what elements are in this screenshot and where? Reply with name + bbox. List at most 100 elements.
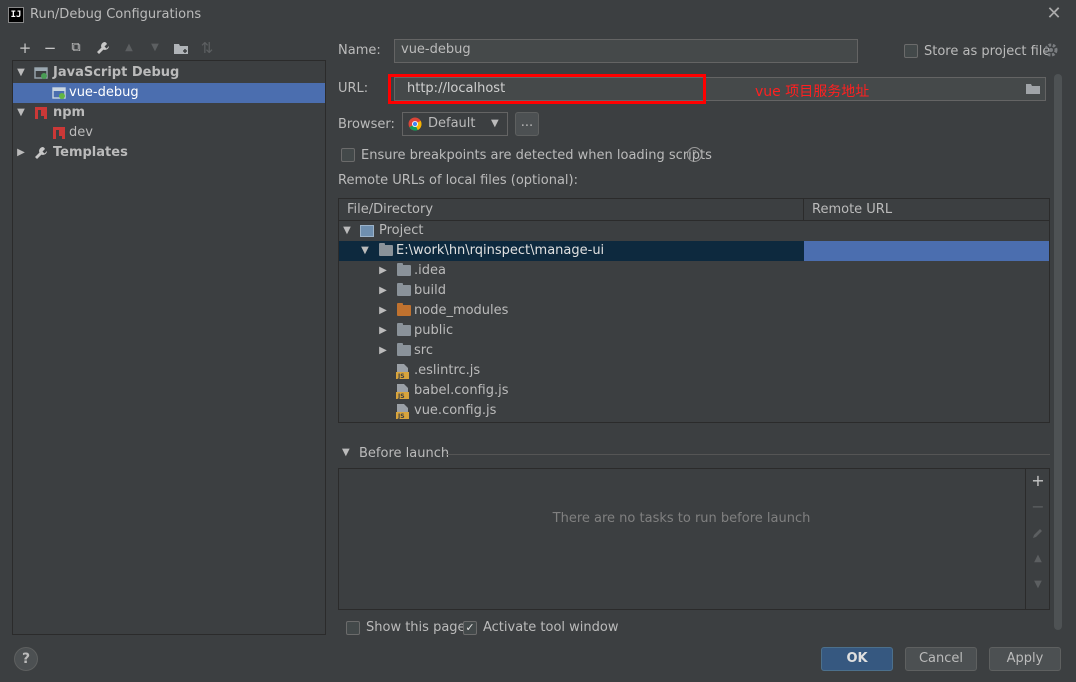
- activate-tool-window-label[interactable]: Activate tool window: [483, 620, 618, 635]
- row-label: babel.config.js: [414, 383, 509, 398]
- javascript-debug-icon: [52, 87, 66, 99]
- row-label: public: [414, 323, 454, 338]
- ensure-breakpoints-label[interactable]: Ensure breakpoints are detected when loa…: [361, 148, 712, 163]
- gear-icon[interactable]: [1043, 42, 1059, 58]
- vertical-scrollbar[interactable]: [1054, 74, 1062, 630]
- collapse-arrow-icon[interactable]: ▼: [342, 447, 350, 458]
- add-task-button[interactable]: +: [1028, 471, 1048, 491]
- tree-item-dev[interactable]: dev: [13, 123, 325, 143]
- tree-item-templates[interactable]: ▶ Templates: [13, 143, 325, 163]
- row-label: Project: [379, 223, 424, 238]
- row-label: node_modules: [414, 303, 509, 318]
- wrench-icon: [35, 147, 47, 159]
- npm-icon: [53, 127, 65, 139]
- tree-item-javascript-debug[interactable]: ▼ JavaScript Debug: [13, 63, 325, 83]
- url-label: URL:: [338, 81, 369, 96]
- collapsed-arrow-icon[interactable]: ▶: [378, 321, 388, 341]
- table-row[interactable]: ▶ .idea: [339, 261, 1049, 281]
- folder-icon: [397, 323, 411, 336]
- column-header-remote-url[interactable]: Remote URL: [804, 199, 1049, 221]
- table-row[interactable]: ▶ src: [339, 341, 1049, 361]
- intellij-app-icon: IJ: [8, 7, 24, 23]
- collapsed-arrow-icon[interactable]: ▶: [378, 261, 388, 281]
- table-row[interactable]: ▶ public: [339, 321, 1049, 341]
- table-row[interactable]: JS vue.config.js: [339, 401, 1049, 421]
- show-this-page-label[interactable]: Show this page: [366, 620, 466, 635]
- help-button[interactable]: ?: [14, 647, 38, 671]
- move-task-down-button[interactable]: ▼: [1028, 575, 1048, 595]
- excluded-folder-icon: [397, 303, 411, 316]
- tree-item-vue-debug[interactable]: vue-debug: [13, 83, 325, 103]
- collapsed-arrow-icon[interactable]: ▶: [378, 341, 388, 361]
- activate-tool-window-checkbox[interactable]: ✓: [463, 621, 477, 635]
- folder-add-icon: [173, 44, 188, 54]
- help-circle-icon[interactable]: ?: [687, 147, 702, 162]
- before-launch-panel: There are no tasks to run before launch: [338, 468, 1050, 610]
- edit-defaults-button[interactable]: [93, 38, 113, 58]
- move-down-button[interactable]: ▼: [145, 38, 165, 58]
- npm-icon: [35, 107, 47, 119]
- folder-icon: [397, 343, 411, 356]
- copy-configuration-button[interactable]: ⧉: [66, 38, 86, 58]
- browser-label: Browser:: [338, 117, 395, 132]
- expanded-arrow-icon[interactable]: ▼: [342, 221, 352, 241]
- name-label: Name:: [338, 43, 381, 58]
- remote-url-cell[interactable]: [804, 241, 1049, 261]
- svg-text:JS: JS: [397, 373, 405, 379]
- apply-button[interactable]: Apply: [989, 647, 1061, 671]
- table-row[interactable]: ▶ node_modules: [339, 301, 1049, 321]
- ok-button[interactable]: OK: [821, 647, 893, 671]
- js-file-icon: JS: [396, 364, 409, 379]
- expanded-arrow-icon[interactable]: ▼: [16, 63, 26, 83]
- expanded-arrow-icon[interactable]: ▼: [16, 103, 26, 123]
- tree-item-label: vue-debug: [69, 85, 139, 100]
- sort-button[interactable]: ⇅: [197, 38, 217, 58]
- section-divider: [446, 454, 1050, 455]
- collapsed-arrow-icon[interactable]: ▶: [378, 281, 388, 301]
- new-folder-button[interactable]: [171, 38, 191, 58]
- add-configuration-button[interactable]: +: [15, 38, 35, 58]
- browser-more-button[interactable]: ...: [515, 112, 539, 136]
- expanded-arrow-icon[interactable]: ▼: [360, 241, 370, 261]
- url-highlight-annotation: [388, 74, 706, 104]
- svg-text:JS: JS: [397, 413, 405, 419]
- pencil-icon: [1033, 529, 1042, 538]
- table-row[interactable]: ▼ E:\work\hn\rqinspect\manage-ui: [339, 241, 1049, 261]
- window-title: Run/Debug Configurations: [30, 7, 202, 22]
- tree-item-label: JavaScript Debug: [53, 65, 180, 80]
- remote-urls-table: File/Directory Remote URL ▼ Project ▼ E:…: [338, 198, 1050, 423]
- chrome-icon: [408, 117, 422, 131]
- move-task-up-button[interactable]: ▲: [1028, 549, 1048, 569]
- close-icon[interactable]: ✕: [1044, 4, 1064, 24]
- tree-item-npm[interactable]: ▼ npm: [13, 103, 325, 123]
- collapsed-arrow-icon[interactable]: ▶: [378, 301, 388, 321]
- show-this-page-checkbox[interactable]: [346, 621, 360, 635]
- store-as-project-file-checkbox[interactable]: [904, 44, 918, 58]
- table-row[interactable]: JS babel.config.js: [339, 381, 1049, 401]
- table-row[interactable]: ▼ Project: [339, 221, 1049, 241]
- folder-open-icon[interactable]: [1026, 83, 1041, 95]
- remove-configuration-button[interactable]: −: [40, 38, 60, 58]
- edit-task-button[interactable]: [1028, 523, 1048, 543]
- name-input[interactable]: vue-debug: [394, 39, 858, 63]
- column-header-file-directory[interactable]: File/Directory: [339, 199, 804, 221]
- url-annotation-text: vue 项目服务地址: [755, 84, 870, 100]
- browser-selected-value: Default: [428, 116, 476, 131]
- wrench-icon: [97, 42, 109, 54]
- row-label: vue.config.js: [414, 403, 497, 418]
- browser-select[interactable]: Default ▼: [402, 112, 508, 136]
- cancel-button[interactable]: Cancel: [905, 647, 977, 671]
- store-as-project-file-label[interactable]: Store as project file: [924, 44, 1050, 59]
- remote-urls-label: Remote URLs of local files (optional):: [338, 173, 578, 188]
- move-up-button[interactable]: ▲: [119, 38, 139, 58]
- table-row[interactable]: ▶ build: [339, 281, 1049, 301]
- folder-icon: [397, 283, 411, 296]
- before-launch-title[interactable]: Before launch: [359, 446, 449, 461]
- row-label: .idea: [414, 263, 446, 278]
- table-row[interactable]: JS .eslintrc.js: [339, 361, 1049, 381]
- row-label: E:\work\hn\rqinspect\manage-ui: [396, 243, 605, 258]
- remove-task-button[interactable]: −: [1028, 497, 1048, 517]
- row-label: .eslintrc.js: [414, 363, 481, 378]
- collapsed-arrow-icon[interactable]: ▶: [16, 143, 26, 163]
- ensure-breakpoints-checkbox[interactable]: [341, 148, 355, 162]
